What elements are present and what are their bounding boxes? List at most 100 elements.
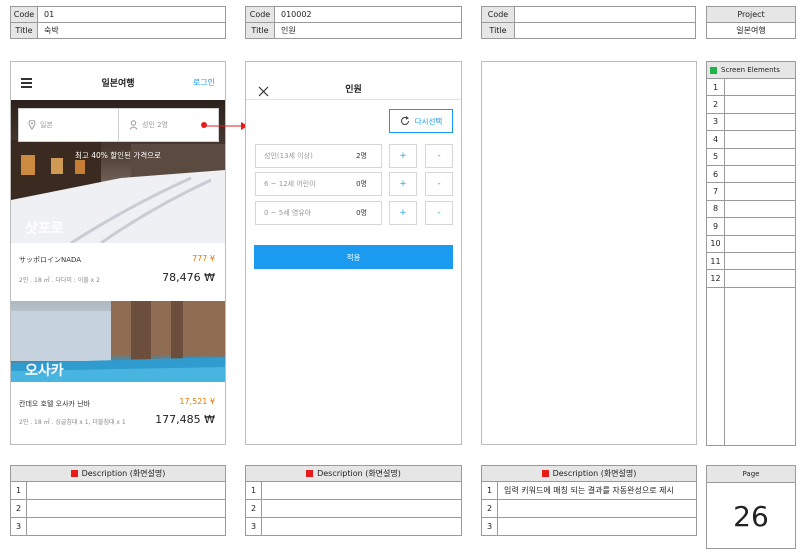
count-value: 2명	[356, 152, 367, 160]
hotel-name: サッポロインNADA	[19, 256, 82, 264]
row-number: 3	[10, 517, 27, 536]
plus-button[interactable]: +	[389, 201, 417, 225]
screen-frame-guests: 인원 다시선택 성인(13세 이상) 2명 + - 6 ~ 12세 어린이 0명…	[245, 61, 462, 445]
description-cell: 입력 키워드에 매칭 되는 결과를 자동완성으로 제시	[497, 481, 697, 500]
element-row-cell	[725, 201, 795, 219]
element-row-cell	[725, 270, 795, 288]
login-link[interactable]: 로그인	[193, 77, 215, 88]
row-number: 1	[245, 481, 262, 500]
red-marker-icon	[541, 470, 549, 477]
row-number: 3	[481, 517, 498, 536]
person-icon	[129, 120, 138, 130]
element-row-cell	[725, 96, 795, 114]
element-row-number: 4	[707, 131, 725, 149]
hero-image-osaka[interactable]: 오사카	[11, 301, 225, 382]
description-label: Description (화면설명)	[552, 469, 637, 478]
yen-price: 17,521 ¥	[179, 397, 215, 406]
divider	[246, 99, 461, 100]
room-detail: 2인 . 18 ㎡ . 다다미 : 이불 x 2	[19, 277, 100, 284]
age-label: 6 ~ 12세 어린이	[264, 180, 316, 188]
element-row-number: 1	[707, 79, 725, 97]
element-row-number: 5	[707, 148, 725, 166]
element-row-number: 6	[707, 166, 725, 184]
plus-button[interactable]: +	[389, 172, 417, 196]
title-value: 숙박	[37, 22, 226, 39]
guest-row-child: 6 ~ 12세 어린이 0명	[255, 172, 382, 196]
red-marker-icon	[70, 470, 78, 477]
description-cell	[26, 481, 226, 500]
element-row-number: 10	[707, 235, 725, 253]
element-row-cell	[725, 218, 795, 236]
reset-label: 다시선택	[414, 116, 443, 126]
screen-frame-main: 일본여행 로그인 일본 성인 2명 최고 40% 할인된 가격으로 삿포로 サッ…	[10, 61, 226, 445]
apply-button[interactable]: 적용	[254, 245, 453, 269]
age-label: 성인(13세 이상)	[264, 152, 313, 160]
element-row-number: 12	[707, 270, 725, 288]
row-number: 3	[245, 517, 262, 536]
app-header: 일본여행 로그인	[11, 62, 225, 100]
count-value: 0명	[356, 180, 367, 188]
element-row-cell	[725, 79, 795, 97]
code-label: Code	[10, 6, 38, 23]
hotel-name: 칸데오 호텔 오사카 난바	[19, 400, 91, 408]
page-number: 26	[733, 500, 769, 533]
hotel-card-1[interactable]: サッポロインNADA 777 ¥ 2인 . 18 ㎡ . 다다미 : 이불 x …	[11, 243, 225, 301]
description-cell	[261, 517, 462, 536]
screen-elements-header: Screen Elements	[707, 62, 795, 79]
element-row-number: 2	[707, 96, 725, 114]
element-row-number: 11	[707, 253, 725, 271]
refresh-icon	[400, 116, 409, 125]
count-value: 0명	[356, 209, 367, 217]
project-label: Project	[706, 6, 796, 23]
age-label: 0 ~ 5세 영유아	[264, 209, 312, 217]
city-label-sapporo: 삿포로	[25, 221, 64, 237]
hero-image-sapporo[interactable]: 일본 성인 2명 최고 40% 할인된 가격으로 삿포로	[11, 100, 225, 243]
reset-button[interactable]: 다시선택	[389, 109, 453, 133]
description-header: Description (화면설명)	[10, 465, 226, 482]
location-pin-icon	[28, 120, 36, 130]
code-value: 010002	[274, 6, 462, 23]
screen-frame-empty	[481, 61, 697, 445]
title-label: Title	[10, 22, 38, 39]
page-label: Page	[707, 466, 795, 483]
row-number: 1	[481, 481, 498, 500]
green-marker-icon	[710, 66, 717, 74]
city-label-osaka: 오사카	[25, 363, 64, 379]
element-column-divider	[707, 287, 725, 445]
room-detail: 2인 . 18 ㎡ . 싱글침대 x 1, 더블침대 x 1	[19, 419, 126, 426]
element-row-number: 9	[707, 218, 725, 236]
search-box: 일본 성인 2명	[18, 108, 219, 142]
row-number: 2	[10, 499, 27, 518]
row-number: 2	[245, 499, 262, 518]
title-label: Title	[245, 22, 275, 39]
code-value: 01	[37, 6, 226, 23]
minus-button[interactable]: -	[425, 172, 453, 196]
annotation-arrow	[203, 122, 248, 130]
plus-button[interactable]: +	[389, 144, 417, 168]
description-label: Description (화면설명)	[81, 469, 166, 478]
description-header: Description (화면설명)	[245, 465, 462, 482]
location-text: 일본	[40, 121, 53, 129]
element-row-cell	[725, 253, 795, 271]
guests-text: 성인 2명	[142, 121, 168, 129]
description-cell	[497, 499, 697, 518]
code-value	[514, 6, 696, 23]
project-value: 일본여행	[706, 22, 796, 39]
code-label: Code	[481, 6, 515, 23]
element-row-cell	[725, 114, 795, 132]
description-cell	[261, 481, 462, 500]
description-cell	[26, 499, 226, 518]
screen-elements-table: Screen Elements 1 2 3 4 5 6 7 8 9 10 11 12	[706, 61, 796, 446]
element-row-number: 8	[707, 200, 725, 219]
promo-text: 최고 40% 할인된 가격으로	[75, 151, 161, 160]
element-row-number: 3	[707, 113, 725, 132]
description-table-3: Description (화면설명) 1 입력 키워드에 매칭 되는 결과를 자…	[481, 465, 697, 536]
yen-price: 777 ¥	[192, 254, 215, 263]
element-row-cell	[725, 236, 795, 253]
screen-title: 인원	[345, 85, 362, 95]
minus-button[interactable]: -	[425, 201, 453, 225]
location-field[interactable]: 일본	[19, 109, 119, 141]
description-label: Description (화면설명)	[317, 469, 401, 478]
minus-button[interactable]: -	[425, 144, 453, 168]
hotel-card-2[interactable]: 칸데오 호텔 오사카 난바 17,521 ¥ 2인 . 18 ㎡ . 싱글침대 …	[11, 382, 225, 444]
